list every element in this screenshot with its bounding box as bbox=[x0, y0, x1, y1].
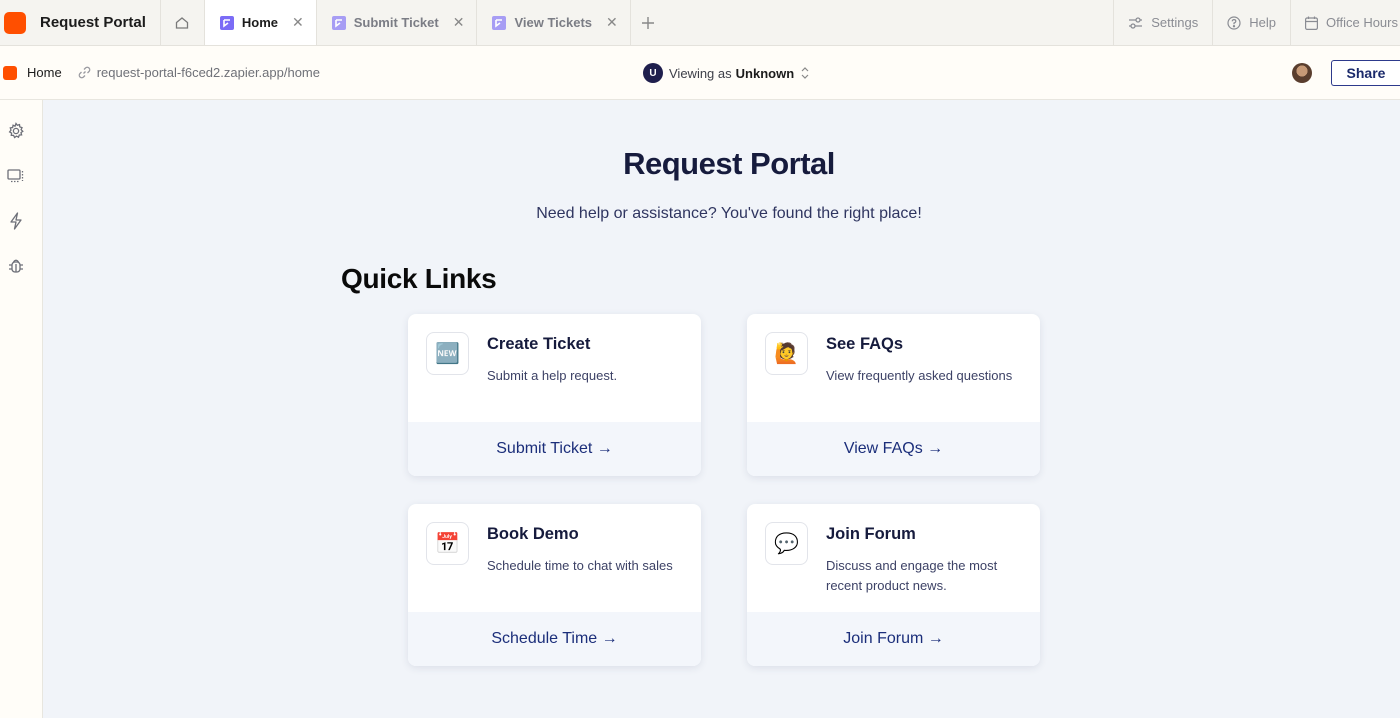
top-tab-bar: Request Portal Home ✕ Submit Ticket ✕ Vi… bbox=[0, 0, 1400, 46]
viewing-prefix: Viewing as bbox=[669, 65, 732, 81]
help-label: Help bbox=[1249, 15, 1276, 30]
quick-links-heading: Quick Links bbox=[341, 263, 497, 294]
tab-home[interactable]: Home ✕ bbox=[204, 0, 317, 45]
sliders-icon bbox=[1129, 16, 1143, 29]
avatar[interactable] bbox=[1292, 63, 1312, 83]
app-brand[interactable]: Request Portal bbox=[0, 0, 161, 45]
house-icon bbox=[176, 16, 189, 29]
card-heading: Book Demo bbox=[487, 525, 579, 543]
person-raising-hand-emoji-icon: 🙋 bbox=[765, 332, 808, 375]
card-footer: View FAQs → bbox=[747, 422, 1040, 476]
tab-label: Submit Ticket bbox=[353, 15, 439, 30]
settings-button[interactable]: Settings bbox=[1113, 0, 1212, 45]
office-hours-button[interactable]: Office Hours bbox=[1289, 0, 1400, 45]
calendar-icon bbox=[1304, 16, 1318, 30]
plus-icon bbox=[641, 16, 654, 29]
page-title: Request Portal bbox=[623, 146, 835, 181]
speech-balloon-emoji-icon: 💬 bbox=[765, 522, 808, 565]
card-description: View frequently asked questions bbox=[826, 368, 1013, 383]
card-footer: Schedule Time → bbox=[408, 612, 701, 666]
page-url[interactable]: request-portal-f6ced2.zapier.app/home bbox=[97, 65, 320, 80]
card-description: Discuss and engage the most recent produ… bbox=[826, 558, 998, 593]
left-sidebar bbox=[0, 100, 43, 718]
tab-submit-ticket[interactable]: Submit Ticket ✕ bbox=[317, 0, 478, 45]
add-tab-button[interactable] bbox=[631, 0, 665, 45]
address-bar: Home request-portal-f6ced2.zapier.app/ho… bbox=[0, 46, 1400, 100]
question-circle-icon bbox=[1227, 15, 1241, 30]
schedule-time-link[interactable]: Schedule Time → bbox=[491, 630, 617, 648]
chevron-up-down-icon bbox=[801, 67, 809, 79]
zapier-logo-icon bbox=[4, 11, 26, 34]
share-button[interactable]: Share bbox=[1331, 60, 1400, 86]
user-avatar: U bbox=[643, 63, 663, 83]
viewing-as-selector[interactable]: U Viewing as Unknown bbox=[643, 63, 809, 83]
close-icon[interactable]: ✕ bbox=[453, 14, 465, 31]
breadcrumb-home[interactable]: Home bbox=[27, 65, 62, 80]
card-create-ticket: 🆕 Create Ticket Submit a help request. S… bbox=[408, 314, 701, 476]
card-heading: Join Forum bbox=[826, 525, 916, 543]
office-hours-label: Office Hours bbox=[1325, 15, 1398, 30]
submit-ticket-link[interactable]: Submit Ticket → bbox=[496, 440, 612, 458]
card-description: Submit a help request. bbox=[487, 368, 618, 383]
viewing-user-name: Unknown bbox=[735, 65, 795, 81]
card-heading: Create Ticket bbox=[487, 335, 591, 353]
link-icon bbox=[78, 66, 91, 79]
tab-view-tickets[interactable]: View Tickets ✕ bbox=[477, 0, 631, 45]
tab-label: View Tickets bbox=[514, 15, 593, 30]
new-button-emoji-icon: 🆕 bbox=[426, 332, 469, 375]
page-subtitle: Need help or assistance? You've found th… bbox=[536, 205, 922, 222]
view-faqs-link[interactable]: View FAQs → bbox=[844, 440, 943, 458]
close-icon[interactable]: ✕ bbox=[292, 14, 304, 31]
gear-icon[interactable] bbox=[6, 121, 26, 141]
tab-label: Home bbox=[241, 15, 278, 30]
home-tab-button[interactable] bbox=[161, 0, 205, 45]
card-heading: See FAQs bbox=[826, 335, 904, 353]
page-icon bbox=[331, 15, 346, 30]
zapier-logo-icon bbox=[3, 65, 17, 80]
card-footer: Submit Ticket → bbox=[408, 422, 701, 476]
card-footer: Join Forum → bbox=[747, 612, 1040, 666]
app-title: Request Portal bbox=[40, 14, 146, 31]
card-book-demo: 📅 Book Demo Schedule time to chat with s… bbox=[408, 504, 701, 666]
close-icon[interactable]: ✕ bbox=[606, 14, 618, 31]
settings-label: Settings bbox=[1151, 15, 1199, 30]
calendar-emoji-icon: 📅 bbox=[426, 522, 469, 565]
bug-icon[interactable] bbox=[6, 256, 26, 276]
page-icon bbox=[219, 15, 234, 30]
card-description: Schedule time to chat with sales bbox=[487, 558, 673, 573]
card-join-forum: 💬 Join Forum Discuss and engage the most… bbox=[747, 504, 1040, 666]
card-see-faqs: 🙋 See FAQs View frequently asked questio… bbox=[747, 314, 1040, 476]
page-icon bbox=[492, 15, 507, 30]
join-forum-link[interactable]: Join Forum → bbox=[843, 630, 943, 648]
help-button[interactable]: Help bbox=[1212, 0, 1290, 45]
